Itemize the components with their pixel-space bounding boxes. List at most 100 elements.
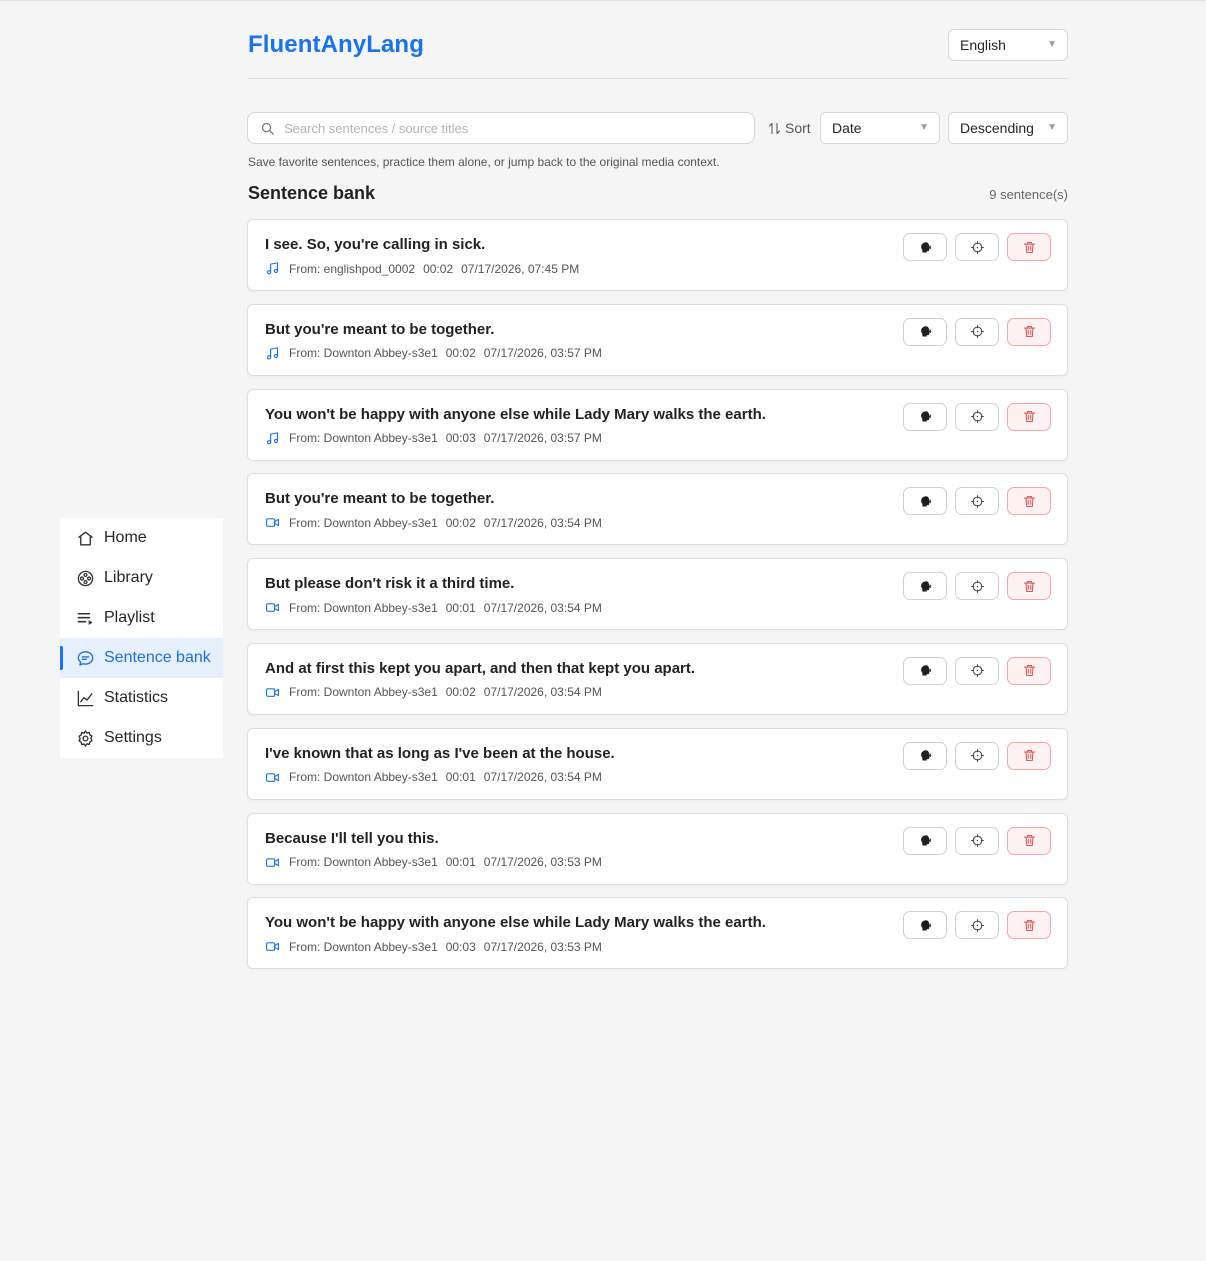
locate-source-button[interactable]: [955, 826, 999, 855]
timestamp: 00:02: [445, 685, 476, 700]
crosshair-icon: [970, 410, 984, 424]
sentence-list: I see. So, you're calling in sick. From:…: [247, 219, 1068, 982]
sort-order-select[interactable]: Descending ▼: [948, 112, 1068, 144]
music-note-icon: [266, 262, 279, 275]
music-note-icon: [266, 347, 279, 360]
sidebar-item-home[interactable]: Home: [60, 518, 223, 558]
gear-icon: [78, 729, 93, 747]
timestamp: 00:02: [423, 261, 454, 276]
locate-source-button[interactable]: [955, 487, 999, 516]
source-title: From: Downton Abbey-s3e1: [289, 685, 438, 700]
sentence-card: You won't be happy with anyone else whil…: [247, 388, 1068, 461]
locate-source-button[interactable]: [955, 317, 999, 346]
source-title: From: Downton Abbey-s3e1: [289, 600, 438, 615]
timestamp: 00:03: [445, 939, 476, 954]
crosshair-icon: [970, 918, 984, 932]
card-actions: [903, 487, 1051, 516]
timestamp: 00:02: [445, 346, 476, 361]
sentence-meta: From: Downton Abbey-s3e1 00:02 07/17/202…: [265, 685, 610, 700]
delete-button[interactable]: [1007, 233, 1051, 261]
trash-icon: [1023, 919, 1035, 931]
delete-button[interactable]: [1007, 487, 1051, 516]
language-select[interactable]: English ▼: [948, 29, 1068, 61]
crosshair-icon: [970, 494, 984, 508]
crosshair-icon: [970, 749, 984, 763]
speaking-head-icon: [920, 326, 931, 337]
sentence-meta: From: Downton Abbey-s3e1 00:02 07/17/202…: [265, 346, 610, 361]
delete-button[interactable]: [1007, 402, 1051, 431]
trash-icon: [1023, 835, 1035, 847]
saved-date: 07/17/2026, 03:53 PM: [483, 939, 602, 954]
trash-icon: [1023, 495, 1035, 507]
practice-button[interactable]: [903, 656, 947, 685]
delete-button[interactable]: [1007, 911, 1051, 940]
sidebar-item-sentence-bank[interactable]: Sentence bank: [60, 638, 223, 678]
sidebar-item-statistics[interactable]: Statistics: [60, 678, 223, 718]
delete-button[interactable]: [1007, 826, 1051, 855]
sidebar-item-label: Home: [104, 529, 147, 546]
sidebar-item-label: Playlist: [104, 609, 155, 626]
sidebar-item-playlist[interactable]: Playlist: [60, 598, 223, 638]
sidebar-item-label: Sentence bank: [104, 649, 211, 666]
crosshair-icon: [970, 240, 984, 254]
practice-button[interactable]: [903, 911, 947, 940]
sentence-text: Because I'll tell you this.: [265, 829, 439, 847]
trash-icon: [1023, 326, 1035, 338]
card-actions: [903, 402, 1051, 431]
saved-date: 07/17/2026, 03:54 PM: [483, 600, 602, 615]
language-select-value: English: [960, 37, 1006, 53]
chat-bubble-icon: [77, 650, 94, 666]
sentence-meta: From: Downton Abbey-s3e1 00:01 07/17/202…: [265, 600, 610, 615]
trash-icon: [1023, 241, 1035, 253]
practice-button[interactable]: [903, 826, 947, 855]
sidebar-item-settings[interactable]: Settings: [60, 718, 223, 758]
timestamp: 00:03: [445, 431, 476, 446]
locate-source-button[interactable]: [955, 233, 999, 261]
source-title: From: Downton Abbey-s3e1: [289, 939, 438, 954]
line-chart-icon: [77, 690, 94, 706]
speaking-head-icon: [920, 665, 931, 676]
speaking-head-icon: [920, 496, 931, 507]
sentence-text: I've known that as long as I've been at …: [265, 744, 615, 762]
sentence-card: You won't be happy with anyone else whil…: [247, 897, 1068, 970]
card-actions: [903, 741, 1051, 770]
music-note-icon: [266, 431, 279, 444]
card-actions: [903, 911, 1051, 940]
search-box[interactable]: [247, 112, 755, 144]
sentence-text: But you're meant to be together.: [265, 320, 495, 338]
locate-source-button[interactable]: [955, 402, 999, 431]
practice-button[interactable]: [903, 487, 947, 516]
delete-button[interactable]: [1007, 317, 1051, 346]
sidebar-item-label: Statistics: [104, 689, 169, 706]
search-input[interactable]: [284, 120, 724, 136]
sentence-meta: From: Downton Abbey-s3e1 00:03 07/17/202…: [265, 431, 610, 446]
practice-button[interactable]: [903, 572, 947, 601]
sentence-meta: From: Downton Abbey-s3e1 00:03 07/17/202…: [265, 939, 610, 954]
saved-date: 07/17/2026, 07:45 PM: [461, 261, 580, 276]
locate-source-button[interactable]: [955, 656, 999, 685]
sidebar-item-library[interactable]: Library: [60, 558, 223, 598]
practice-button[interactable]: [903, 402, 947, 431]
sentence-card: But please don't risk it a third time. F…: [247, 558, 1068, 631]
delete-button[interactable]: [1007, 572, 1051, 601]
delete-button[interactable]: [1007, 656, 1051, 685]
locate-source-button[interactable]: [955, 572, 999, 601]
delete-button[interactable]: [1007, 741, 1051, 770]
practice-button[interactable]: [903, 741, 947, 770]
saved-date: 07/17/2026, 03:54 PM: [483, 515, 602, 530]
source-title: From: Downton Abbey-s3e1: [289, 515, 438, 530]
locate-source-button[interactable]: [955, 741, 999, 770]
practice-button[interactable]: [903, 317, 947, 346]
card-actions: [903, 656, 1051, 685]
sort-field-select[interactable]: Date ▼: [820, 112, 940, 144]
practice-button[interactable]: [903, 233, 947, 261]
locate-source-button[interactable]: [955, 911, 999, 940]
sidebar-item-label: Settings: [104, 729, 162, 746]
sentence-card: But you're meant to be together. From: D…: [247, 473, 1068, 546]
timestamp: 00:01: [445, 600, 476, 615]
sentence-card: And at first this kept you apart, and th…: [247, 642, 1068, 715]
speaking-head-icon: [920, 750, 931, 761]
sort-order-value: Descending: [960, 120, 1034, 136]
trash-icon: [1023, 411, 1035, 423]
sentence-meta: From: Downton Abbey-s3e1 00:01 07/17/202…: [265, 770, 610, 785]
